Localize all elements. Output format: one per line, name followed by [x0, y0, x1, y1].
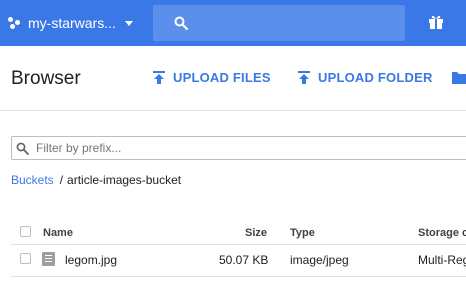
- column-header-type[interactable]: Type: [290, 227, 315, 239]
- file-name[interactable]: legom.jpg: [65, 253, 117, 267]
- upload-files-label: UPLOAD FILES: [173, 70, 271, 85]
- file-storage-class: Multi-Reg: [418, 253, 466, 267]
- upload-folder-button[interactable]: UPLOAD FOLDER: [298, 70, 433, 85]
- column-header-storage-class[interactable]: Storage c: [418, 227, 466, 239]
- top-app-bar: my-starwars...: [0, 0, 466, 46]
- create-folder-icon[interactable]: [450, 68, 466, 86]
- upload-folder-label: UPLOAD FOLDER: [318, 70, 433, 85]
- column-header-size[interactable]: Size: [245, 227, 267, 239]
- table-row-divider: [11, 276, 466, 277]
- filter-box[interactable]: [11, 136, 466, 160]
- search-icon: [16, 142, 29, 155]
- project-icon: [8, 16, 22, 30]
- filter-input[interactable]: [36, 139, 456, 157]
- table-header-divider: [11, 244, 466, 245]
- breadcrumb-separator: /: [59, 173, 64, 187]
- breadcrumb: Buckets / article-images-bucket: [11, 173, 181, 187]
- header-divider: [0, 110, 466, 111]
- select-all-checkbox[interactable]: [20, 226, 31, 237]
- file-type: image/jpeg: [290, 253, 349, 267]
- breadcrumb-current: article-images-bucket: [67, 173, 182, 187]
- column-header-name[interactable]: Name: [43, 227, 73, 239]
- project-selector[interactable]: my-starwars...: [8, 13, 133, 33]
- project-name: my-starwars...: [28, 15, 116, 31]
- file-size: 50.07 KB: [219, 253, 269, 267]
- gift-icon[interactable]: [428, 14, 444, 30]
- file-icon: [42, 252, 55, 266]
- upload-icon: [298, 70, 310, 84]
- page-title: Browser: [11, 68, 81, 89]
- upload-icon: [153, 70, 165, 84]
- search-bar[interactable]: [153, 5, 405, 41]
- upload-files-button[interactable]: UPLOAD FILES: [153, 70, 271, 85]
- row-checkbox[interactable]: [20, 253, 31, 264]
- search-icon: [174, 16, 188, 30]
- breadcrumb-buckets-link[interactable]: Buckets: [11, 173, 54, 187]
- chevron-down-icon: [124, 20, 133, 26]
